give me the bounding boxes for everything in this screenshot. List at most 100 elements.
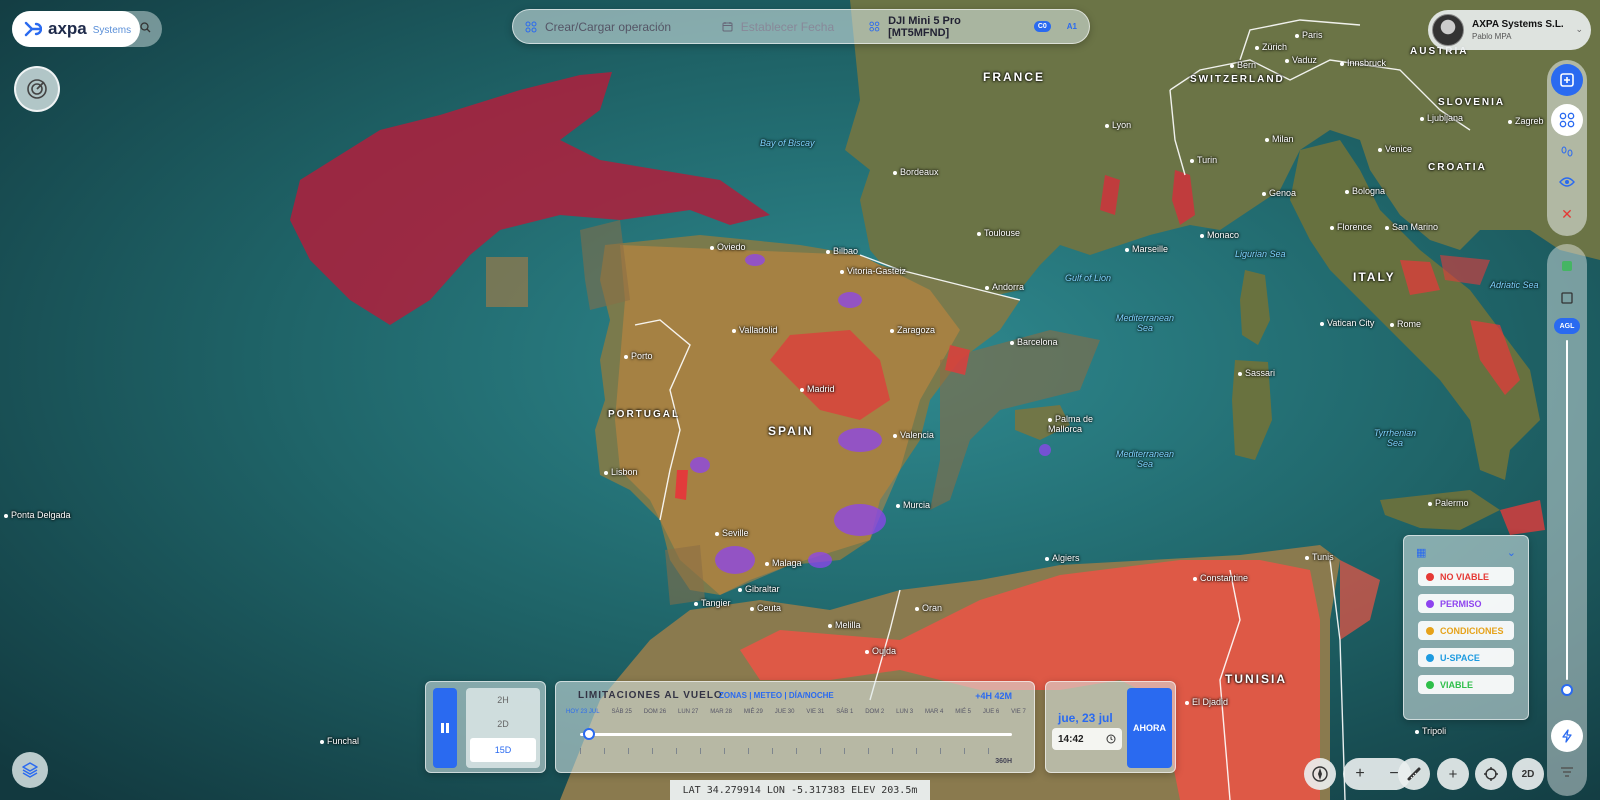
zoom-in-icon[interactable]: +	[1355, 765, 1364, 783]
legend-item-no-viable[interactable]: NO VIABLE	[1418, 567, 1514, 586]
date-label[interactable]: jue, 23 jul	[1058, 711, 1113, 725]
map-label-city: Bologna	[1345, 186, 1385, 196]
footprints-icon	[1561, 146, 1573, 157]
day-label[interactable]: DOM 26	[644, 709, 666, 715]
layer-toggle-button[interactable]	[1551, 250, 1583, 282]
map-label-croatia: CROATIA	[1428, 162, 1487, 173]
map-label-city: Andorra	[985, 282, 1024, 292]
day-label[interactable]: SÁB 25	[611, 709, 631, 715]
layers-button[interactable]	[12, 752, 48, 788]
range-selector: 2H 2D 15D	[466, 688, 540, 768]
map-label-city: Marseille	[1125, 244, 1168, 254]
pause-button[interactable]	[433, 688, 457, 768]
day-label[interactable]: LUN 3	[896, 709, 913, 715]
legend-item-condiciones[interactable]: CONDICIONES	[1418, 621, 1514, 640]
map-label-city: Murcia	[896, 500, 930, 510]
day-label[interactable]: VIE 7	[1011, 709, 1026, 715]
day-label[interactable]: DOM 2	[865, 709, 884, 715]
timeline-ticks	[580, 748, 1012, 754]
time-field[interactable]: 14:42	[1052, 728, 1122, 750]
class-badge: C0	[1033, 21, 1051, 32]
map-label-adriatic-sea: Adriatic Sea	[1490, 280, 1539, 290]
user-menu[interactable]: AXPA Systems S.L. Pablo MPA ⌄	[1428, 10, 1591, 50]
drone-button[interactable]	[1551, 104, 1583, 136]
day-label[interactable]: LUN 27	[678, 709, 698, 715]
map-label-city: Monaco	[1200, 230, 1239, 240]
right-toolbar: ✕	[1547, 60, 1587, 236]
day-label[interactable]: MIÉ 29	[744, 709, 763, 715]
locate-button[interactable]	[1475, 758, 1507, 790]
create-operation-button[interactable]: Crear/Cargar operación	[525, 20, 722, 34]
add-point-button[interactable]: +	[1437, 758, 1469, 790]
square-icon	[1561, 292, 1573, 304]
day-label[interactable]: SÁB 1	[836, 709, 853, 715]
map-label-france: FRANCE	[983, 70, 1045, 84]
set-date-button[interactable]: Establecer Fecha	[722, 20, 870, 34]
day-label[interactable]: MAR 4	[925, 709, 943, 715]
map-label-city: Turin	[1190, 155, 1217, 165]
logo[interactable]: axpa Systems	[12, 11, 140, 47]
view-mode-button[interactable]: 2D	[1512, 758, 1544, 790]
map-label-portugal: PORTUGAL	[608, 409, 681, 420]
timeline-panel: LIMITACIONES AL VUELO ZONAS | METEO | DÍ…	[555, 681, 1035, 773]
map-label-city: Valladolid	[732, 325, 777, 335]
map-label-city: Paris	[1295, 30, 1323, 40]
map-label-bay-of-biscay: Bay of Biscay	[760, 138, 815, 148]
close-button[interactable]: ✕	[1551, 198, 1583, 230]
range-option-15d[interactable]: 15D	[470, 738, 536, 762]
drone-name: DJI Mini 5 Pro [MT5MFND]	[888, 14, 961, 39]
timeline-slider-track[interactable]	[580, 733, 1012, 736]
chevron-down-icon[interactable]: ⌄	[1507, 546, 1516, 559]
map-label-gulf-of-lion: Gulf of Lion	[1065, 273, 1112, 283]
search-icon[interactable]	[140, 22, 152, 34]
radar-button[interactable]	[14, 66, 60, 112]
map-graphic	[0, 0, 1600, 800]
legend-label: U-SPACE	[1440, 652, 1480, 663]
avatar	[1432, 14, 1464, 46]
day-label[interactable]: MAR 28	[710, 709, 732, 715]
map-label-city: Palma de Mallorca	[1048, 414, 1094, 434]
elev-value: 203.5m	[881, 784, 918, 796]
map-label-city: Malaga	[765, 558, 802, 568]
range-option-2h[interactable]: 2H	[466, 688, 540, 712]
altitude-slider-handle[interactable]	[1561, 684, 1573, 696]
legend-item-u-space[interactable]: U-SPACE	[1418, 648, 1514, 667]
visibility-button[interactable]	[1551, 166, 1583, 198]
map-label-city: Florence	[1330, 222, 1372, 232]
drone-selector[interactable]: DJI Mini 5 Pro [MT5MFND] C0 A1	[869, 15, 1077, 39]
footprints-button[interactable]	[1551, 136, 1583, 168]
range-option-2d[interactable]: 2D	[466, 712, 540, 736]
day-label[interactable]: HOY 23 JUL	[566, 709, 600, 715]
crosshair-icon	[1484, 767, 1498, 781]
day-label[interactable]: JUE 6	[983, 709, 999, 715]
map-label-city: Toulouse	[977, 228, 1020, 238]
map-canvas[interactable]: FRANCE SWITZERLAND AUSTRIA SLOVENIA CROA…	[0, 0, 1600, 800]
filter-button[interactable]	[1551, 756, 1583, 788]
measure-button[interactable]	[1398, 758, 1430, 790]
map-label-city: Tripoli	[1415, 726, 1446, 736]
map-label-tyrrhenian-sea: Tyrrhenian Sea	[1373, 428, 1417, 448]
close-icon: ✕	[1561, 205, 1573, 222]
map-label-city: Tunis	[1305, 552, 1334, 562]
agl-badge[interactable]: AGL	[1554, 318, 1580, 334]
add-operation-button[interactable]	[1551, 64, 1583, 96]
now-button[interactable]: AHORA	[1127, 688, 1172, 768]
map-label-city: Bilbao	[826, 246, 858, 256]
altitude-slider-track[interactable]	[1566, 340, 1568, 680]
time-value: 14:42	[1058, 733, 1084, 745]
map-label-city: Rome	[1390, 319, 1421, 329]
day-label[interactable]: VIE 31	[806, 709, 824, 715]
map-label-city: Lyon	[1105, 120, 1131, 130]
day-label[interactable]: MIÉ 5	[955, 709, 971, 715]
quick-action-button[interactable]	[1551, 720, 1583, 752]
legend-item-viable[interactable]: VIABLE	[1418, 675, 1514, 694]
map-label-city: El Djadid	[1185, 697, 1228, 707]
timeline-tabs[interactable]: ZONAS | METEO | DÍA/NOCHE	[719, 691, 834, 700]
square-toggle-button[interactable]	[1551, 282, 1583, 314]
map-label-city: Tangier	[694, 598, 731, 608]
legend-item-permiso[interactable]: PERMISO	[1418, 594, 1514, 613]
map-label-city: Venice	[1378, 144, 1412, 154]
compass-button[interactable]	[1304, 758, 1336, 790]
timeline-slider-handle[interactable]	[582, 728, 595, 740]
day-label[interactable]: JUE 30	[775, 709, 795, 715]
